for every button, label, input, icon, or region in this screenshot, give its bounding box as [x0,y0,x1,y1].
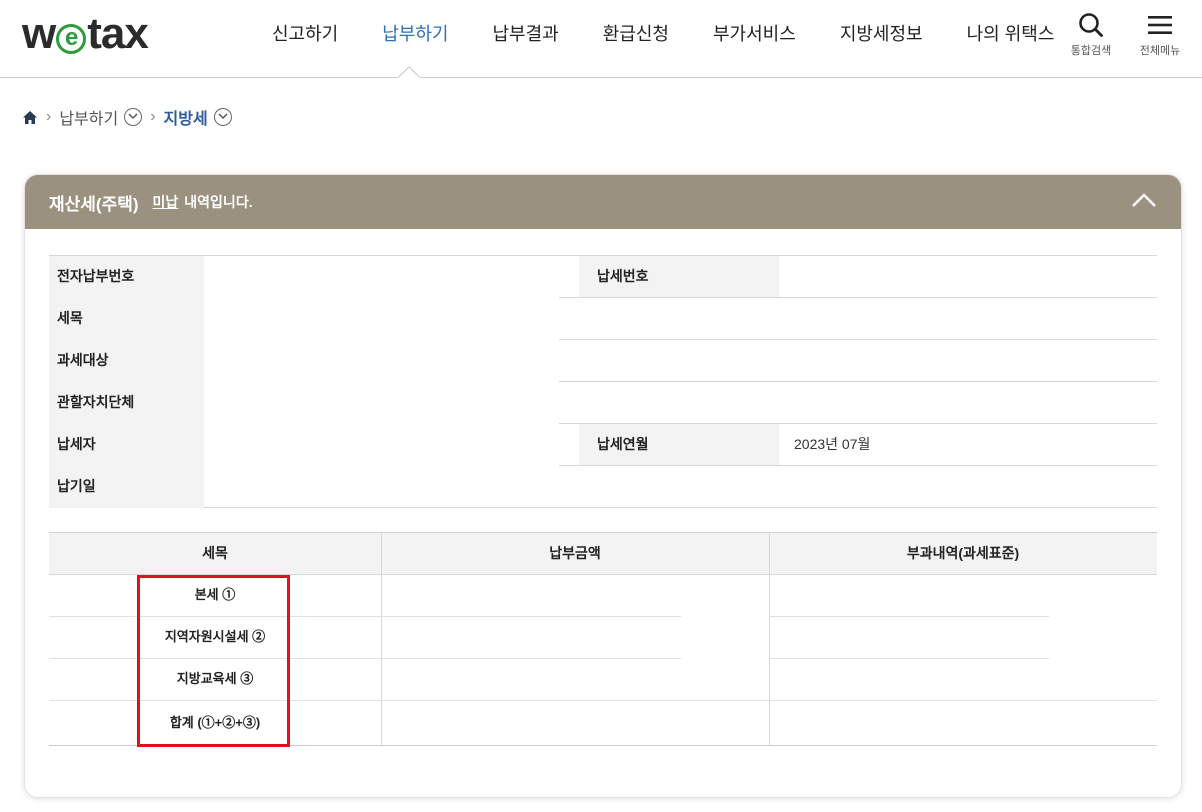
tax-object-label: 과세대상 [49,340,204,382]
breadcrumb-level1-dropdown-icon[interactable] [124,108,143,126]
panel-header: 재산세(주택) 미납 내역입니다. [25,175,1181,229]
nav-item-report[interactable]: 신고하기 [250,0,360,78]
info-row: 관할자치단체 [49,382,1157,424]
wetax-logo[interactable]: w e tax [22,12,149,56]
active-nav-caret-icon [397,66,421,79]
panel-title-suffix: 내역입니다. [184,194,253,210]
collapse-chevron-up-icon[interactable] [1131,192,1157,208]
site-header: w e tax 신고하기 납부하기 납부결과 환급신청 부가서비스 지방세정보 나의… [0,0,1202,79]
hamburger-menu-icon [1148,16,1172,34]
payment-status: 미납 [152,194,179,210]
e-payment-number-label: 전자납부번호 [49,256,204,298]
all-menu-label: 전체메뉴 [1139,45,1181,57]
search-icon [1079,13,1103,37]
info-row: 세목 [49,298,1157,340]
nav-item-local-tax-info[interactable]: 지방세정보 [818,0,945,78]
all-menu-button[interactable]: 전체메뉴 [1130,12,1190,58]
due-date-label: 납기일 [49,466,204,508]
tax-period-label: 납세연월 [579,424,779,466]
info-row: 과세대상 [49,340,1157,382]
main-nav: 신고하기 납부하기 납부결과 환급신청 부가서비스 지방세정보 나의 위택스 [250,0,1076,78]
info-row: 납세자 납세연월 2023년 07월 [49,424,1157,466]
col-tax-item-header: 세목 [202,545,228,561]
tax-detail-panel: 재산세(주택) 미납 내역입니다. 전자납부번호 납세번호 세목 과세대상 관할… [24,174,1182,798]
highlight-box [137,575,290,747]
col-assessment-header: 부과내역(과세표준) [906,545,1020,561]
info-row: 납기일 [49,466,1157,508]
amount-table-header: 세목 납부금액 부과내역(과세표준) [49,533,1157,575]
integrated-search-button[interactable]: 통합검색 [1061,12,1121,58]
tax-number-label: 납세번호 [579,256,779,298]
panel-title: 재산세(주택) [49,194,139,214]
breadcrumb-level1[interactable]: 납부하기 [59,105,118,129]
search-label: 통합검색 [1070,45,1112,57]
breadcrumb-level2[interactable]: 지방세 [164,105,208,129]
breadcrumb: › 납부하기 › 지방세 [22,104,232,130]
breadcrumb-separator-icon: › [46,108,52,125]
col-amount-header: 납부금액 [549,545,601,561]
breadcrumb-separator-icon: › [150,108,156,125]
info-row: 전자납부번호 납세번호 [49,256,1157,298]
nav-item-payment-result[interactable]: 납부결과 [471,0,581,78]
home-icon[interactable] [22,110,38,125]
nav-item-extra-services[interactable]: 부가서비스 [691,0,818,78]
nav-item-refund[interactable]: 환급신청 [581,0,691,78]
tax-period-value: 2023년 07월 [794,436,871,452]
nav-item-my-wetax[interactable]: 나의 위택스 [945,0,1077,78]
taxpayer-label: 납세자 [49,424,204,466]
tax-item-label: 세목 [49,298,204,340]
jurisdiction-label: 관할자치단체 [49,382,204,424]
tax-info-table: 전자납부번호 납세번호 세목 과세대상 관할자치단체 납세자 납세연월 2023… [49,255,1157,508]
breadcrumb-level2-dropdown-icon[interactable] [213,108,232,126]
